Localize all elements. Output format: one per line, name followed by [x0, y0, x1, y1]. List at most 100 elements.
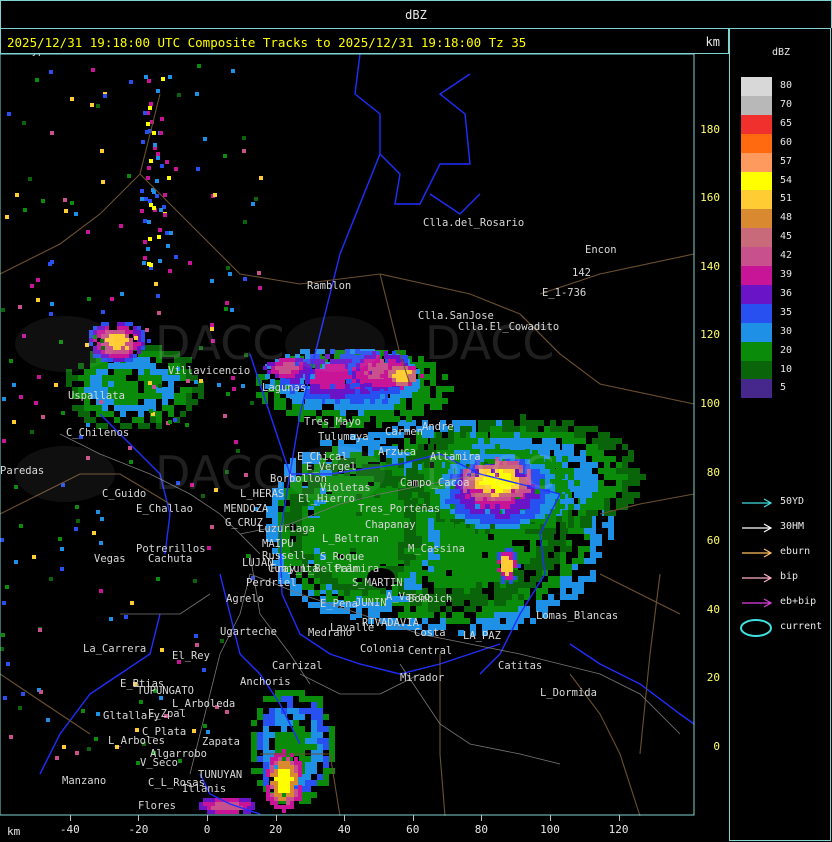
place-label: Lagunas	[262, 382, 306, 394]
track-arrow-icon	[742, 573, 773, 583]
svg-text:DACC: DACC	[425, 316, 555, 370]
track-label: bip	[780, 571, 799, 582]
scale-cell-51	[741, 190, 772, 210]
header-bar: 2025/12/31 19:18:00 UTC Composite Tracks…	[0, 28, 729, 54]
x-tick-mark	[207, 815, 208, 821]
window-title-bar: dBZ	[0, 0, 832, 28]
place-label: Ugarteche	[220, 626, 277, 638]
x-tick-label: -40	[59, 823, 80, 836]
x-tick-label: 100	[540, 823, 560, 836]
place-label: E_Challao	[136, 503, 193, 515]
place-label: JUNIN	[355, 597, 387, 609]
place-label: E_Pena	[320, 598, 358, 610]
scale-label: 39	[780, 269, 793, 280]
radar-display: dBZ 2025/12/31 19:18:00 UTC Composite Tr…	[0, 0, 832, 842]
scale-cell-65	[741, 114, 772, 134]
place-label: Lomas_Blancas	[536, 610, 618, 622]
legend-title: dBZ	[772, 47, 791, 58]
scale-label: 30	[780, 325, 793, 337]
place-label: Mirador	[400, 672, 444, 684]
place-label: Agrelo	[226, 593, 264, 605]
scale-label: 65	[780, 117, 793, 129]
x-axis-unit: km	[7, 825, 21, 838]
place-label: Lavalle	[330, 622, 374, 634]
place-label: Luzuriaga	[258, 523, 315, 535]
place-label: E_Zpal	[148, 708, 186, 720]
place-label: Cachuta	[148, 553, 192, 565]
place-label: Chapanay	[365, 519, 416, 531]
place-label: L_Dormida	[540, 687, 597, 699]
place-label: El_Rey	[172, 650, 210, 662]
x-tick-label: 120	[608, 823, 629, 836]
place-label: Cunjunta	[268, 563, 319, 575]
place-label: Vegas	[94, 553, 126, 565]
place-label: Flores	[138, 800, 176, 812]
scale-cell-5	[741, 379, 772, 399]
scale-cell-80	[741, 77, 772, 96]
place-label: Carmen	[385, 426, 423, 438]
track-arrow-icon	[742, 498, 773, 508]
place-label: Carrizal	[272, 660, 323, 672]
x-tick-label: 0	[203, 823, 211, 836]
x-tick-mark	[69, 815, 71, 821]
place-label: 142	[572, 267, 591, 279]
x-tick-mark	[550, 815, 551, 821]
scale-label: 20	[780, 344, 793, 356]
place-label: Central	[408, 645, 452, 657]
track-label: eburn	[780, 546, 811, 557]
y-tick-label: 20	[706, 671, 720, 685]
radar-map[interactable]: Clla.del_RosarioEncon142E_1-736RamblonCl…	[0, 54, 695, 816]
scale-label: 51	[780, 193, 793, 205]
current-ellipse-icon	[740, 619, 772, 637]
place-label: Tres_Porteñas	[358, 503, 440, 515]
svg-text:DACC: DACC	[155, 446, 285, 500]
place-label: Zapata	[202, 736, 240, 748]
header-text: 2025/12/31 19:18:00 UTC Composite Tracks…	[7, 35, 527, 50]
scale-cell-30	[741, 322, 772, 342]
x-tick-mark	[618, 815, 620, 821]
scale-label: 45	[780, 231, 793, 243]
place-label: Clla.del_Rosario	[423, 217, 524, 229]
scale-label: 80	[780, 80, 793, 91]
y-tick-label: 140	[700, 259, 720, 273]
scale-cell-54	[741, 171, 772, 191]
scale-label: 57	[780, 155, 793, 167]
current-label: current	[780, 621, 823, 632]
x-tick-label: 60	[406, 823, 420, 836]
place-label: Encon	[585, 244, 617, 256]
place-label: LA_PAZ	[463, 630, 501, 642]
place-label: MAIPU	[262, 538, 294, 550]
place-label: Bombich	[408, 593, 452, 605]
y-tick-label: 120	[700, 328, 720, 342]
place-label: Andre	[422, 421, 454, 433]
scale-cell-39	[741, 266, 772, 285]
scale-cell-35	[741, 303, 772, 323]
x-tick-label: 40	[337, 823, 351, 836]
track-arrow-icon	[742, 548, 773, 558]
track-label: 30HM	[780, 521, 805, 532]
x-tick-mark	[138, 815, 140, 821]
x-tick-label: 80	[474, 823, 489, 836]
place-label: Anchoris	[240, 676, 291, 688]
place-label: V_Seco	[140, 757, 178, 769]
place-label: Ramblon	[307, 280, 351, 292]
place-label: Arzuca	[378, 446, 416, 458]
place-label: Manzano	[62, 775, 106, 787]
x-tick-label: -20	[128, 823, 149, 836]
scale-cell-36	[741, 284, 772, 304]
scale-label: 5	[780, 382, 787, 394]
place-label: M_Cassina	[408, 543, 465, 555]
scale-cell-42	[741, 247, 772, 267]
track-label: eb+bip	[780, 596, 817, 607]
place-label: Itlanis	[182, 783, 226, 795]
place-label: L_Beltran	[322, 533, 379, 545]
place-label: C_Chilenos	[66, 427, 129, 439]
y-tick-label: 40	[706, 602, 720, 616]
scale-label: 70	[780, 98, 793, 110]
place-label: Uspallata	[68, 390, 125, 402]
x-tick-mark	[344, 815, 346, 821]
track-arrow-icon	[742, 598, 773, 608]
scale-cell-60	[741, 133, 772, 153]
y-tick-label: 0	[713, 740, 720, 753]
y-tick-label: 180	[700, 122, 720, 136]
